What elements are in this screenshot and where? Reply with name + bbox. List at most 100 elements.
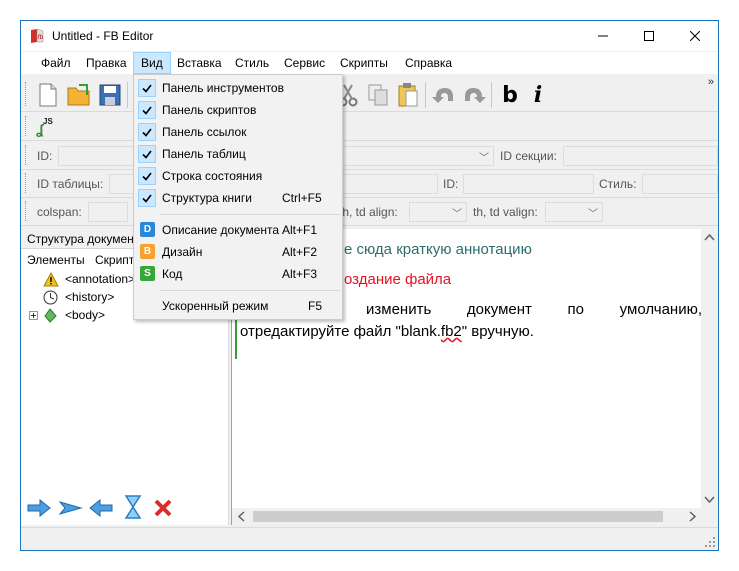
menu-scripts[interactable]: Скрипты (333, 52, 395, 74)
resize-grip-icon[interactable] (704, 536, 716, 548)
new-document-button[interactable] (35, 82, 61, 108)
align-combo[interactable]: ﹀ (409, 202, 467, 222)
save-icon (99, 84, 121, 106)
open-folder-icon (67, 84, 90, 106)
close-button[interactable] (672, 21, 718, 51)
menu-insert[interactable]: Вставка (170, 52, 229, 74)
scroll-up-icon[interactable] (704, 233, 715, 241)
view-menu-item-description[interactable]: D Описание документа Alt+F1 (136, 219, 342, 241)
menu-separator (160, 290, 340, 291)
minimize-button[interactable] (580, 21, 626, 51)
view-menu-item-links-panel[interactable]: Панель ссылок (136, 121, 342, 143)
horizontal-scroll-thumb[interactable] (253, 511, 663, 522)
scroll-down-icon[interactable] (704, 496, 715, 504)
copy-button[interactable] (365, 82, 391, 108)
valign-combo[interactable]: ﹀ (545, 202, 603, 222)
chevron-down-icon: ﹀ (452, 209, 462, 220)
menu-item-label: Панель ссылок (162, 125, 247, 139)
menu-style[interactable]: Стиль (228, 52, 276, 74)
cell-fields-row: colspan: th, td align: ﹀ th, td valign: … (21, 198, 718, 226)
new-document-icon (39, 83, 57, 107)
chevron-down-icon: ﹀ (588, 209, 598, 220)
menu-view[interactable]: Вид (133, 52, 171, 74)
view-menu-item-tables-panel[interactable]: Панель таблиц (136, 143, 342, 165)
js-script-icon: JS (43, 117, 53, 126)
view-menu-item-fast-mode[interactable]: Ускоренный режим F5 (136, 295, 342, 317)
paragraph-text: " вручную. (461, 323, 534, 340)
toolbar-separator (425, 82, 426, 108)
arrow-right-icon[interactable] (27, 499, 51, 517)
svg-text:fb: fb (38, 35, 44, 41)
script-js-button[interactable]: JS ʆ (35, 117, 57, 137)
body-tree-icon (44, 308, 57, 323)
style-field[interactable] (642, 174, 718, 194)
toolbar-overflow-chevron-icon[interactable]: » (708, 76, 714, 88)
toolbar-grip[interactable] (25, 145, 28, 165)
undo-button[interactable] (431, 82, 457, 108)
menu-service[interactable]: Сервис (277, 52, 332, 74)
toolbar-grip[interactable] (25, 173, 28, 193)
toolbar-grip[interactable] (25, 201, 28, 221)
scroll-left-icon[interactable] (237, 511, 245, 522)
js-script-icon-symbol: ʆ (36, 121, 44, 137)
hourglass-icon[interactable] (124, 495, 142, 519)
view-menu-item-scripts-panel[interactable]: Панель скриптов (136, 99, 342, 121)
chevron-down-icon: ﹀ (479, 153, 489, 164)
scripts-toolbar: JS ʆ (21, 113, 718, 141)
toolbar-grip[interactable] (25, 82, 28, 106)
checkmark-icon (138, 123, 156, 141)
delete-x-icon[interactable] (153, 498, 173, 518)
checkmark-icon (138, 101, 156, 119)
view-menu-item-design[interactable]: B Дизайн Alt+F2 (136, 241, 342, 263)
italic-button[interactable]: i (525, 82, 551, 108)
paste-button[interactable] (395, 82, 421, 108)
tab-elements[interactable]: Элементы (27, 250, 85, 270)
menu-edit[interactable]: Правка (79, 52, 134, 74)
horizontal-scrollbar[interactable] (232, 508, 702, 525)
view-menu-item-toolbar[interactable]: Панель инструментов (136, 77, 342, 99)
tree-node-label: <history> (65, 290, 115, 304)
section-id-label: ID секции: (500, 149, 557, 163)
table-cell-id-field[interactable] (463, 174, 594, 194)
menu-help[interactable]: Справка (398, 52, 459, 74)
copy-icon (368, 84, 388, 106)
colspan-field[interactable] (88, 202, 128, 222)
menu-item-label: Дизайн (162, 245, 203, 259)
tree-node-label: <body> (65, 308, 106, 322)
bold-button[interactable]: b (497, 82, 523, 108)
section-id-field[interactable] (563, 146, 718, 166)
view-menu-item-book-structure[interactable]: Структура книги Ctrl+F5 (136, 187, 342, 209)
arrow-forward-icon[interactable] (59, 497, 83, 519)
vertical-scrollbar[interactable] (701, 229, 718, 508)
menu-item-label: Код (162, 267, 183, 281)
menu-item-label: Ускоренный режим (162, 299, 269, 313)
status-bar (21, 527, 718, 550)
redo-icon (465, 88, 486, 103)
title-bar: fb Untitled - FB Editor (21, 21, 718, 51)
id-label: ID: (37, 149, 53, 163)
arrow-left-icon[interactable] (89, 499, 113, 517)
view-menu-item-code[interactable]: S Код Alt+F3 (136, 263, 342, 285)
undo-icon (432, 88, 453, 103)
toolbar-grip[interactable] (25, 116, 28, 136)
view-menu-item-status-bar[interactable]: Строка состояния (136, 165, 342, 187)
toolbar-separator (127, 82, 128, 108)
checkmark-icon (138, 167, 156, 185)
save-button[interactable] (97, 82, 123, 108)
menu-item-label: Панель таблиц (162, 147, 246, 161)
main-toolbar: b i » (21, 76, 718, 112)
maximize-button[interactable] (626, 21, 672, 51)
menu-item-label: Структура книги (162, 191, 252, 205)
open-button[interactable] (66, 82, 92, 108)
colspan-label: colspan: (37, 205, 82, 219)
menu-bar: Файл Правка Вид Вставка Стиль Сервис Скр… (21, 52, 718, 74)
expand-plus-icon[interactable] (29, 311, 38, 320)
menu-item-shortcut: Alt+F3 (282, 267, 318, 281)
history-text: оздание файла (344, 271, 452, 288)
redo-button[interactable] (461, 82, 487, 108)
window-title: Untitled - FB Editor (52, 29, 154, 43)
checkmark-icon (138, 189, 156, 207)
menu-item-label: Панель скриптов (162, 103, 257, 117)
scroll-right-icon[interactable] (689, 511, 697, 522)
menu-file[interactable]: Файл (34, 52, 78, 74)
